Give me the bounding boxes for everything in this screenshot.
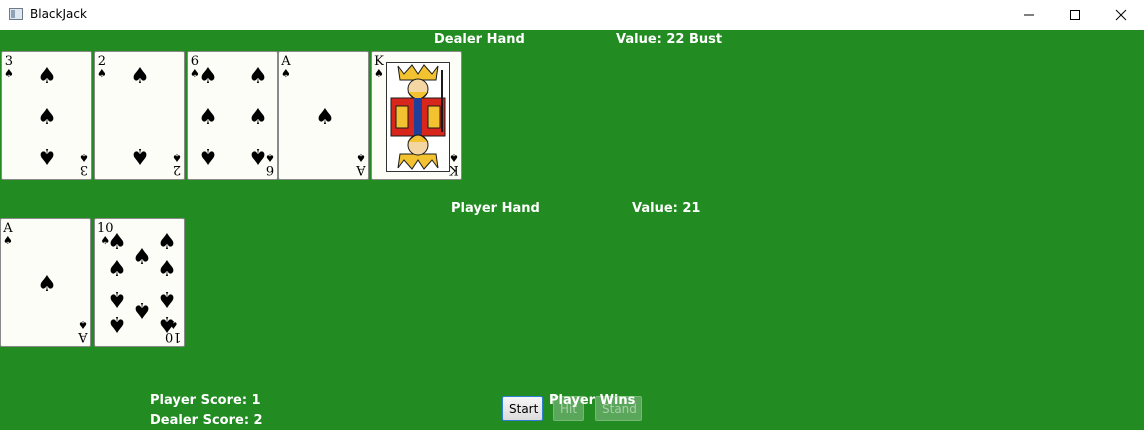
spade-pip: ♠: [107, 230, 127, 255]
spade-pip: ♠: [198, 64, 218, 89]
minimize-icon: [1024, 14, 1034, 16]
start-button[interactable]: Start: [502, 396, 543, 421]
card-index: 2 ♠: [97, 54, 107, 80]
card-index: A ♠: [281, 54, 291, 80]
spade-pip: ♠: [157, 311, 177, 336]
minimize-button[interactable]: [1006, 0, 1052, 30]
spade-pip: ♠: [107, 257, 127, 282]
spade-pip: ♠: [130, 64, 150, 89]
spade-pip: ♠: [157, 286, 177, 311]
dealer-card: K ♠ K ♠: [371, 51, 462, 180]
dealer-card: A ♠ A ♠ ♠: [278, 51, 369, 180]
close-button[interactable]: [1098, 0, 1144, 30]
spade-pip: ♠: [248, 143, 268, 168]
card-index: A ♠: [3, 221, 13, 247]
spade-pip: ♠: [132, 245, 152, 270]
spade-pip: ♠: [37, 105, 57, 130]
spade-pip: ♠: [130, 143, 150, 168]
dealer-hand-label: Dealer Hand: [434, 32, 525, 47]
player-score: Player Score: 1: [150, 393, 261, 408]
dealer-card: 2 ♠ 2 ♠ ♠ ♠: [94, 51, 185, 180]
title-bar: BlackJack: [0, 0, 1144, 30]
spade-pip: ♠: [37, 272, 57, 297]
dealer-card: 6 ♠ 6 ♠ ♠ ♠ ♠ ♠ ♠ ♠: [187, 51, 278, 180]
spade-pip: ♠: [248, 64, 268, 89]
player-hand-label: Player Hand: [451, 201, 540, 216]
spade-pip: ♠: [198, 105, 218, 130]
card-index: K ♠: [449, 151, 459, 177]
card-index: 2 ♠: [172, 151, 182, 177]
spade-pip: ♠: [315, 105, 335, 130]
king-portrait-icon: [386, 62, 450, 172]
spade-pip: ♠: [157, 230, 177, 255]
player-card: 10 ♠ 10 ♠ ♠ ♠ ♠ ♠ ♠ ♠ ♠ ♠ ♠ ♠: [94, 218, 185, 347]
player-value: Value: 21: [632, 201, 701, 216]
spade-pip: ♠: [37, 64, 57, 89]
spade-pip: ♠: [248, 105, 268, 130]
spade-pip: ♠: [107, 311, 127, 336]
spade-pip: ♠: [157, 257, 177, 282]
card-index: A ♠: [356, 151, 366, 177]
card-index: 3 ♠: [79, 151, 89, 177]
dealer-score: Dealer Score: 2: [150, 413, 263, 428]
maximize-button[interactable]: [1052, 0, 1098, 30]
result-message: Player Wins: [549, 393, 636, 408]
window-title: BlackJack: [30, 7, 87, 21]
card-index: 3 ♠: [4, 54, 14, 80]
spade-pip: ♠: [107, 286, 127, 311]
dealer-card: 3 ♠ 3 ♠ ♠ ♠ ♠: [1, 51, 92, 180]
spade-pip: ♠: [198, 143, 218, 168]
spade-pip: ♠: [37, 143, 57, 168]
dealer-value: Value: 22 Bust: [616, 32, 723, 47]
card-index: K ♠: [374, 54, 384, 80]
maximize-icon: [1070, 10, 1080, 20]
close-icon: [1115, 9, 1127, 21]
spade-pip: ♠: [132, 297, 152, 322]
card-index: A ♠: [78, 318, 88, 344]
player-card: A ♠ A ♠ ♠: [0, 218, 91, 347]
game-table: Dealer Hand Value: 22 Bust 3 ♠ 3 ♠ ♠ ♠ ♠ 2…: [0, 30, 1144, 430]
app-icon: [9, 8, 23, 20]
